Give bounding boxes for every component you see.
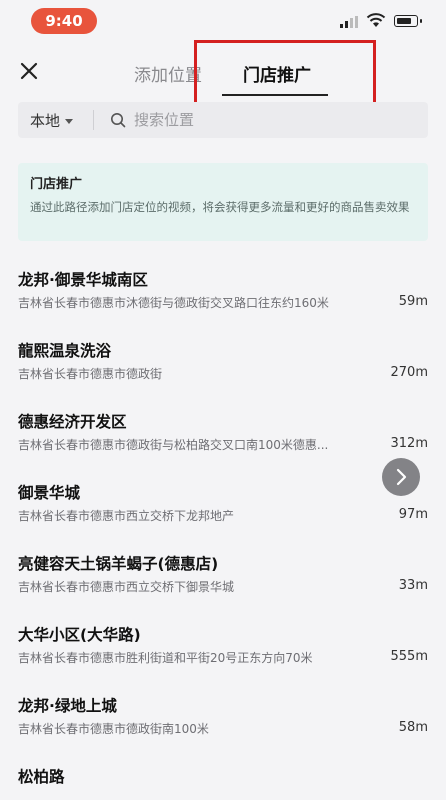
- place-name: 龙邦·御景华城南区: [18, 271, 148, 289]
- place-distance: 59m: [398, 294, 428, 309]
- battery-icon: [394, 15, 422, 27]
- close-icon[interactable]: [16, 58, 42, 84]
- place-name: 德惠经济开发区: [18, 413, 127, 431]
- place-name: 亮健容天土锅羊蝎子(德惠店): [18, 555, 219, 573]
- wifi-icon: [366, 13, 386, 27]
- place-name: 龙邦·绿地上城: [18, 697, 117, 715]
- place-distance: 58m: [398, 720, 428, 735]
- place-name: 御景华城: [18, 484, 81, 502]
- region-dropdown[interactable]: 本地: [30, 110, 74, 131]
- place-distance: 33m: [398, 578, 428, 593]
- cellular-signal-icon: [340, 16, 358, 28]
- search-bar: 本地: [18, 102, 428, 138]
- list-item[interactable]: 亮健容天土锅羊蝎子(德惠店) 吉林省长春市德惠市西立交桥下御景华城 33m: [0, 536, 446, 607]
- status-bar: 9:40: [0, 0, 446, 40]
- list-item[interactable]: 御景华城 吉林省长春市德惠市西立交桥下龙邦地产 97m: [0, 465, 446, 536]
- place-distance: 97m: [398, 507, 428, 522]
- place-distance: 555m: [390, 649, 428, 664]
- list-item[interactable]: 龍熙温泉洗浴 吉林省长春市德惠市德政街 270m: [0, 323, 446, 394]
- place-address: 吉林省长春市德惠市西立交桥下御景华城: [18, 580, 235, 594]
- place-distance: 312m: [390, 436, 428, 451]
- search-input[interactable]: [134, 108, 414, 132]
- place-address: 吉林省长春市德惠市西立交桥下龙邦地产: [18, 509, 235, 523]
- list-item[interactable]: 龙邦·绿地上城 吉林省长春市德惠市德政街南100米 58m: [0, 678, 446, 749]
- status-time: 9:40: [31, 8, 97, 34]
- caret-down-icon: [65, 119, 74, 124]
- search-icon: [111, 113, 126, 128]
- banner-title: 门店推广: [30, 177, 83, 192]
- banner-text: 通过此路径添加门店定位的视频，将会获得更多流量和更好的商品售卖效果: [30, 200, 410, 214]
- info-banner: 门店推广 通过此路径添加门店定位的视频，将会获得更多流量和更好的商品售卖效果: [18, 163, 428, 241]
- region-label: 本地: [30, 112, 61, 130]
- list-item[interactable]: 大华小区(大华路) 吉林省长春市德惠市胜利街道和平街20号正东方向70米 555…: [0, 607, 446, 678]
- list-item[interactable]: 龙邦·御景华城南区 吉林省长春市德惠市沐德街与德政街交叉路口往东约160米 59…: [0, 252, 446, 323]
- place-name: 松柏路: [18, 768, 65, 786]
- next-button[interactable]: [382, 458, 420, 496]
- place-list: 龙邦·御景华城南区 吉林省长春市德惠市沐德街与德政街交叉路口往东约160米 59…: [0, 252, 446, 800]
- chevron-right-icon: [396, 468, 407, 486]
- list-item[interactable]: 德惠经济开发区 吉林省长春市德惠市德政街与松柏路交叉口南100米德惠... 31…: [0, 394, 446, 465]
- tab-add-location[interactable]: 添加位置: [134, 61, 202, 86]
- divider: [93, 110, 94, 130]
- place-address: 吉林省长春市德惠市德政街南100米: [18, 722, 209, 736]
- place-name: 龍熙温泉洗浴: [18, 342, 112, 360]
- place-address: 吉林省长春市德惠市胜利街道和平街20号正东方向70米: [18, 651, 313, 665]
- place-distance: 270m: [390, 365, 428, 380]
- place-name: 大华小区(大华路): [18, 626, 141, 644]
- place-address: 吉林省长春市德惠市沐德街与德政街交叉路口往东约160米: [18, 296, 329, 310]
- place-address: 吉林省长春市德惠市德政街: [18, 367, 163, 381]
- list-item[interactable]: 松柏路: [0, 749, 446, 800]
- place-address: 吉林省长春市德惠市德政街与松柏路交叉口南100米德惠...: [18, 438, 329, 452]
